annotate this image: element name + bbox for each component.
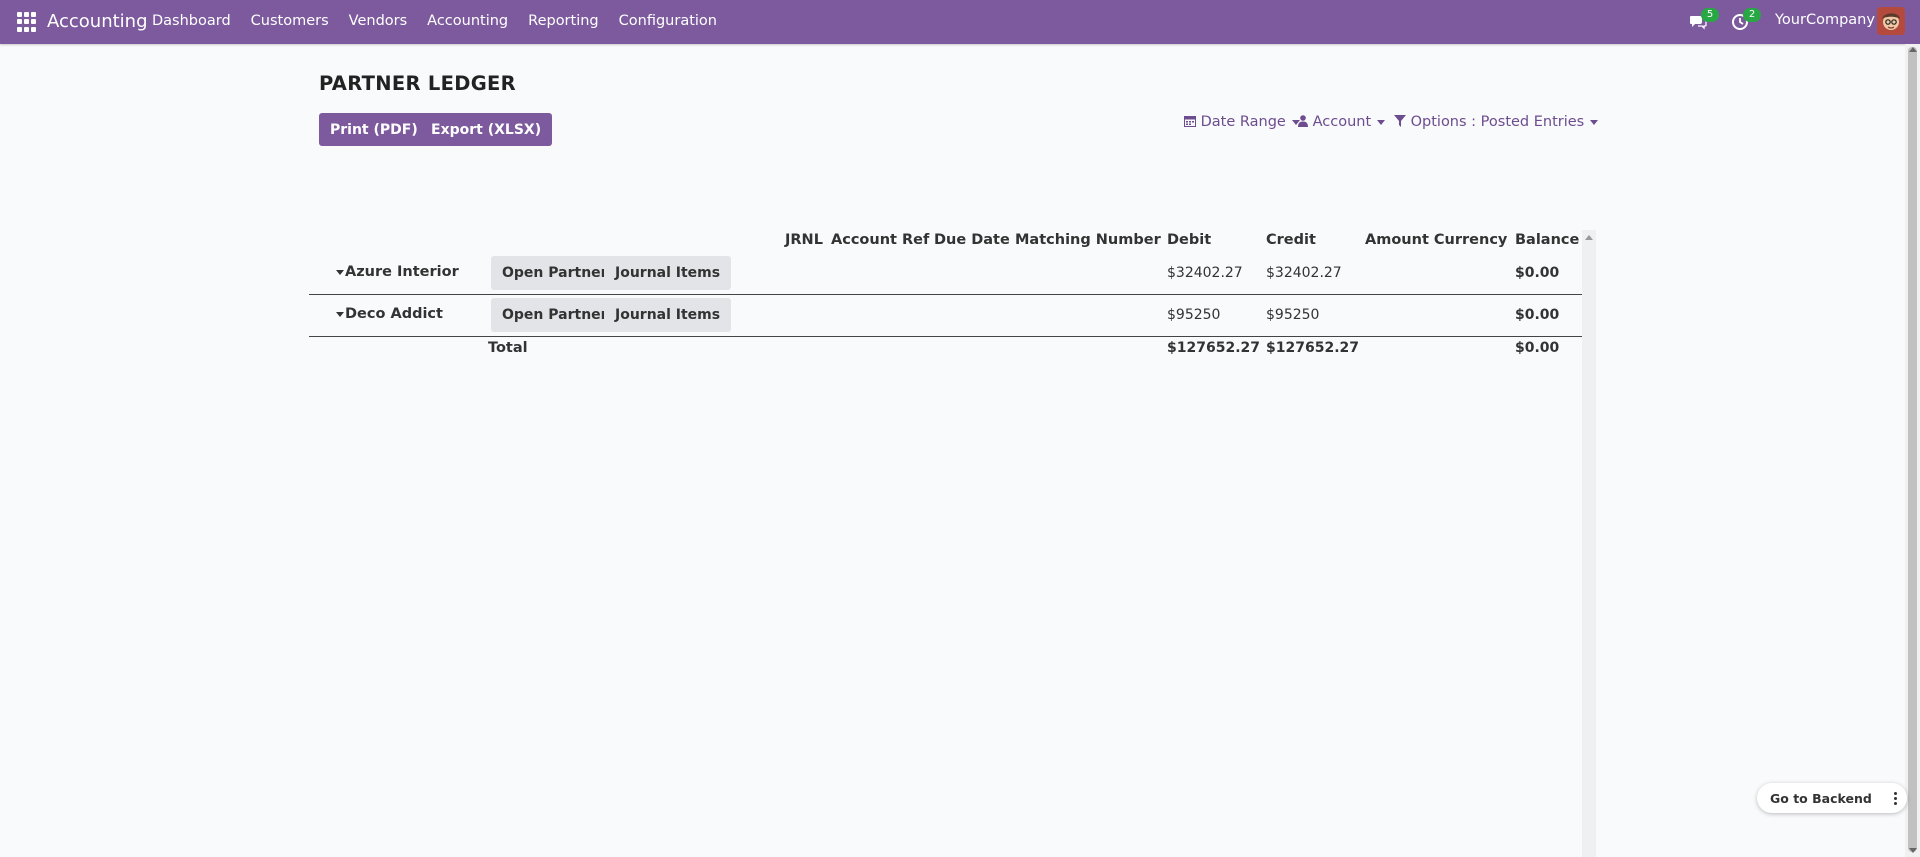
partner-name: Azure Interior (345, 264, 459, 280)
user-icon (1298, 114, 1313, 130)
credit-cell: $95250 (1266, 307, 1320, 323)
column-header-balance: Balance (1515, 232, 1580, 248)
activity-clock-icon[interactable]: 2 (1731, 8, 1761, 31)
date-range-label: Date Range (1200, 114, 1286, 130)
column-header-account: Account (831, 232, 897, 248)
total-label: Total (488, 340, 528, 356)
menu-dashboard[interactable]: Dashboard (142, 0, 241, 44)
debit-cell: $95250 (1167, 307, 1221, 323)
scroll-down-arrow-icon[interactable] (1909, 848, 1917, 853)
journal-items-button[interactable]: Journal Items (604, 298, 732, 332)
scroll-up-arrow-icon[interactable] (1909, 47, 1917, 52)
column-header-matching-number: Matching Number (1015, 232, 1161, 248)
menu-configuration[interactable]: Configuration (609, 0, 727, 44)
kebab-menu-icon[interactable] (1893, 791, 1897, 805)
row-divider (309, 294, 1582, 295)
user-avatar[interactable] (1877, 7, 1905, 35)
page-scrollbar-thumb[interactable] (1908, 47, 1917, 852)
scroll-up-arrow-icon[interactable] (1585, 235, 1593, 240)
column-header-ref: Ref (902, 232, 930, 248)
options-filter[interactable]: Options : Posted Entries (1394, 114, 1599, 130)
export-xlsx-button[interactable]: Export (XLSX) (420, 113, 553, 146)
open-partner-button[interactable]: Open Partner (491, 298, 619, 332)
menu-vendors[interactable]: Vendors (339, 0, 418, 44)
debit-cell: $32402.27 (1167, 265, 1243, 281)
caret-down-icon (336, 311, 344, 317)
menu-accounting[interactable]: Accounting (417, 0, 518, 44)
total-balance: $0.00 (1515, 340, 1560, 356)
calendar-icon (1184, 114, 1201, 130)
column-header-amount-currency: Amount Currency (1365, 232, 1508, 248)
partner-toggle[interactable]: Azure Interior (336, 264, 459, 280)
table-scrollbar[interactable] (1582, 230, 1596, 857)
company-switcher[interactable]: YourCompany (1775, 12, 1875, 28)
date-range-filter[interactable]: Date Range (1184, 114, 1300, 130)
backend-pill: Go to Backend (1757, 783, 1907, 813)
messages-icon[interactable]: 5 (1689, 8, 1719, 31)
apps-menu-icon[interactable] (17, 12, 37, 32)
column-header-jrnl: JRNL (785, 232, 823, 248)
column-header-debit: Debit (1167, 232, 1212, 248)
activities-badge: 2 (1743, 8, 1761, 22)
go-to-backend-button[interactable]: Go to Backend (1770, 791, 1872, 806)
account-filter-label: Account (1312, 114, 1372, 130)
chevron-down-icon (1590, 119, 1599, 125)
column-header-credit: Credit (1266, 232, 1316, 248)
messages-badge: 5 (1701, 8, 1719, 22)
caret-down-icon (336, 269, 344, 275)
journal-items-button[interactable]: Journal Items (604, 256, 732, 290)
options-filter-label: Options : Posted Entries (1410, 114, 1585, 130)
app-brand[interactable]: Accounting (47, 11, 148, 32)
row-divider (309, 336, 1582, 337)
menu-reporting[interactable]: Reporting (518, 0, 609, 44)
chevron-down-icon (1377, 119, 1386, 125)
page-title: PARTNER LEDGER (319, 72, 516, 95)
top-navbar: Accounting Dashboard Customers Vendors A… (0, 0, 1920, 44)
balance-cell: $0.00 (1515, 307, 1560, 323)
open-partner-button[interactable]: Open Partner (491, 256, 619, 290)
account-filter[interactable]: Account (1298, 114, 1386, 130)
funnel-icon (1394, 114, 1411, 130)
credit-cell: $32402.27 (1266, 265, 1342, 281)
total-debit: $127652.27 (1167, 340, 1260, 356)
print-pdf-button[interactable]: Print (PDF) (319, 113, 429, 146)
column-header-due-date: Due Date (934, 232, 1010, 248)
main-menu: Dashboard Customers Vendors Accounting R… (142, 0, 727, 44)
partner-toggle[interactable]: Deco Addict (336, 306, 443, 322)
balance-cell: $0.00 (1515, 265, 1560, 281)
total-credit: $127652.27 (1266, 340, 1359, 356)
menu-customers[interactable]: Customers (241, 0, 339, 44)
partner-name: Deco Addict (345, 306, 443, 322)
